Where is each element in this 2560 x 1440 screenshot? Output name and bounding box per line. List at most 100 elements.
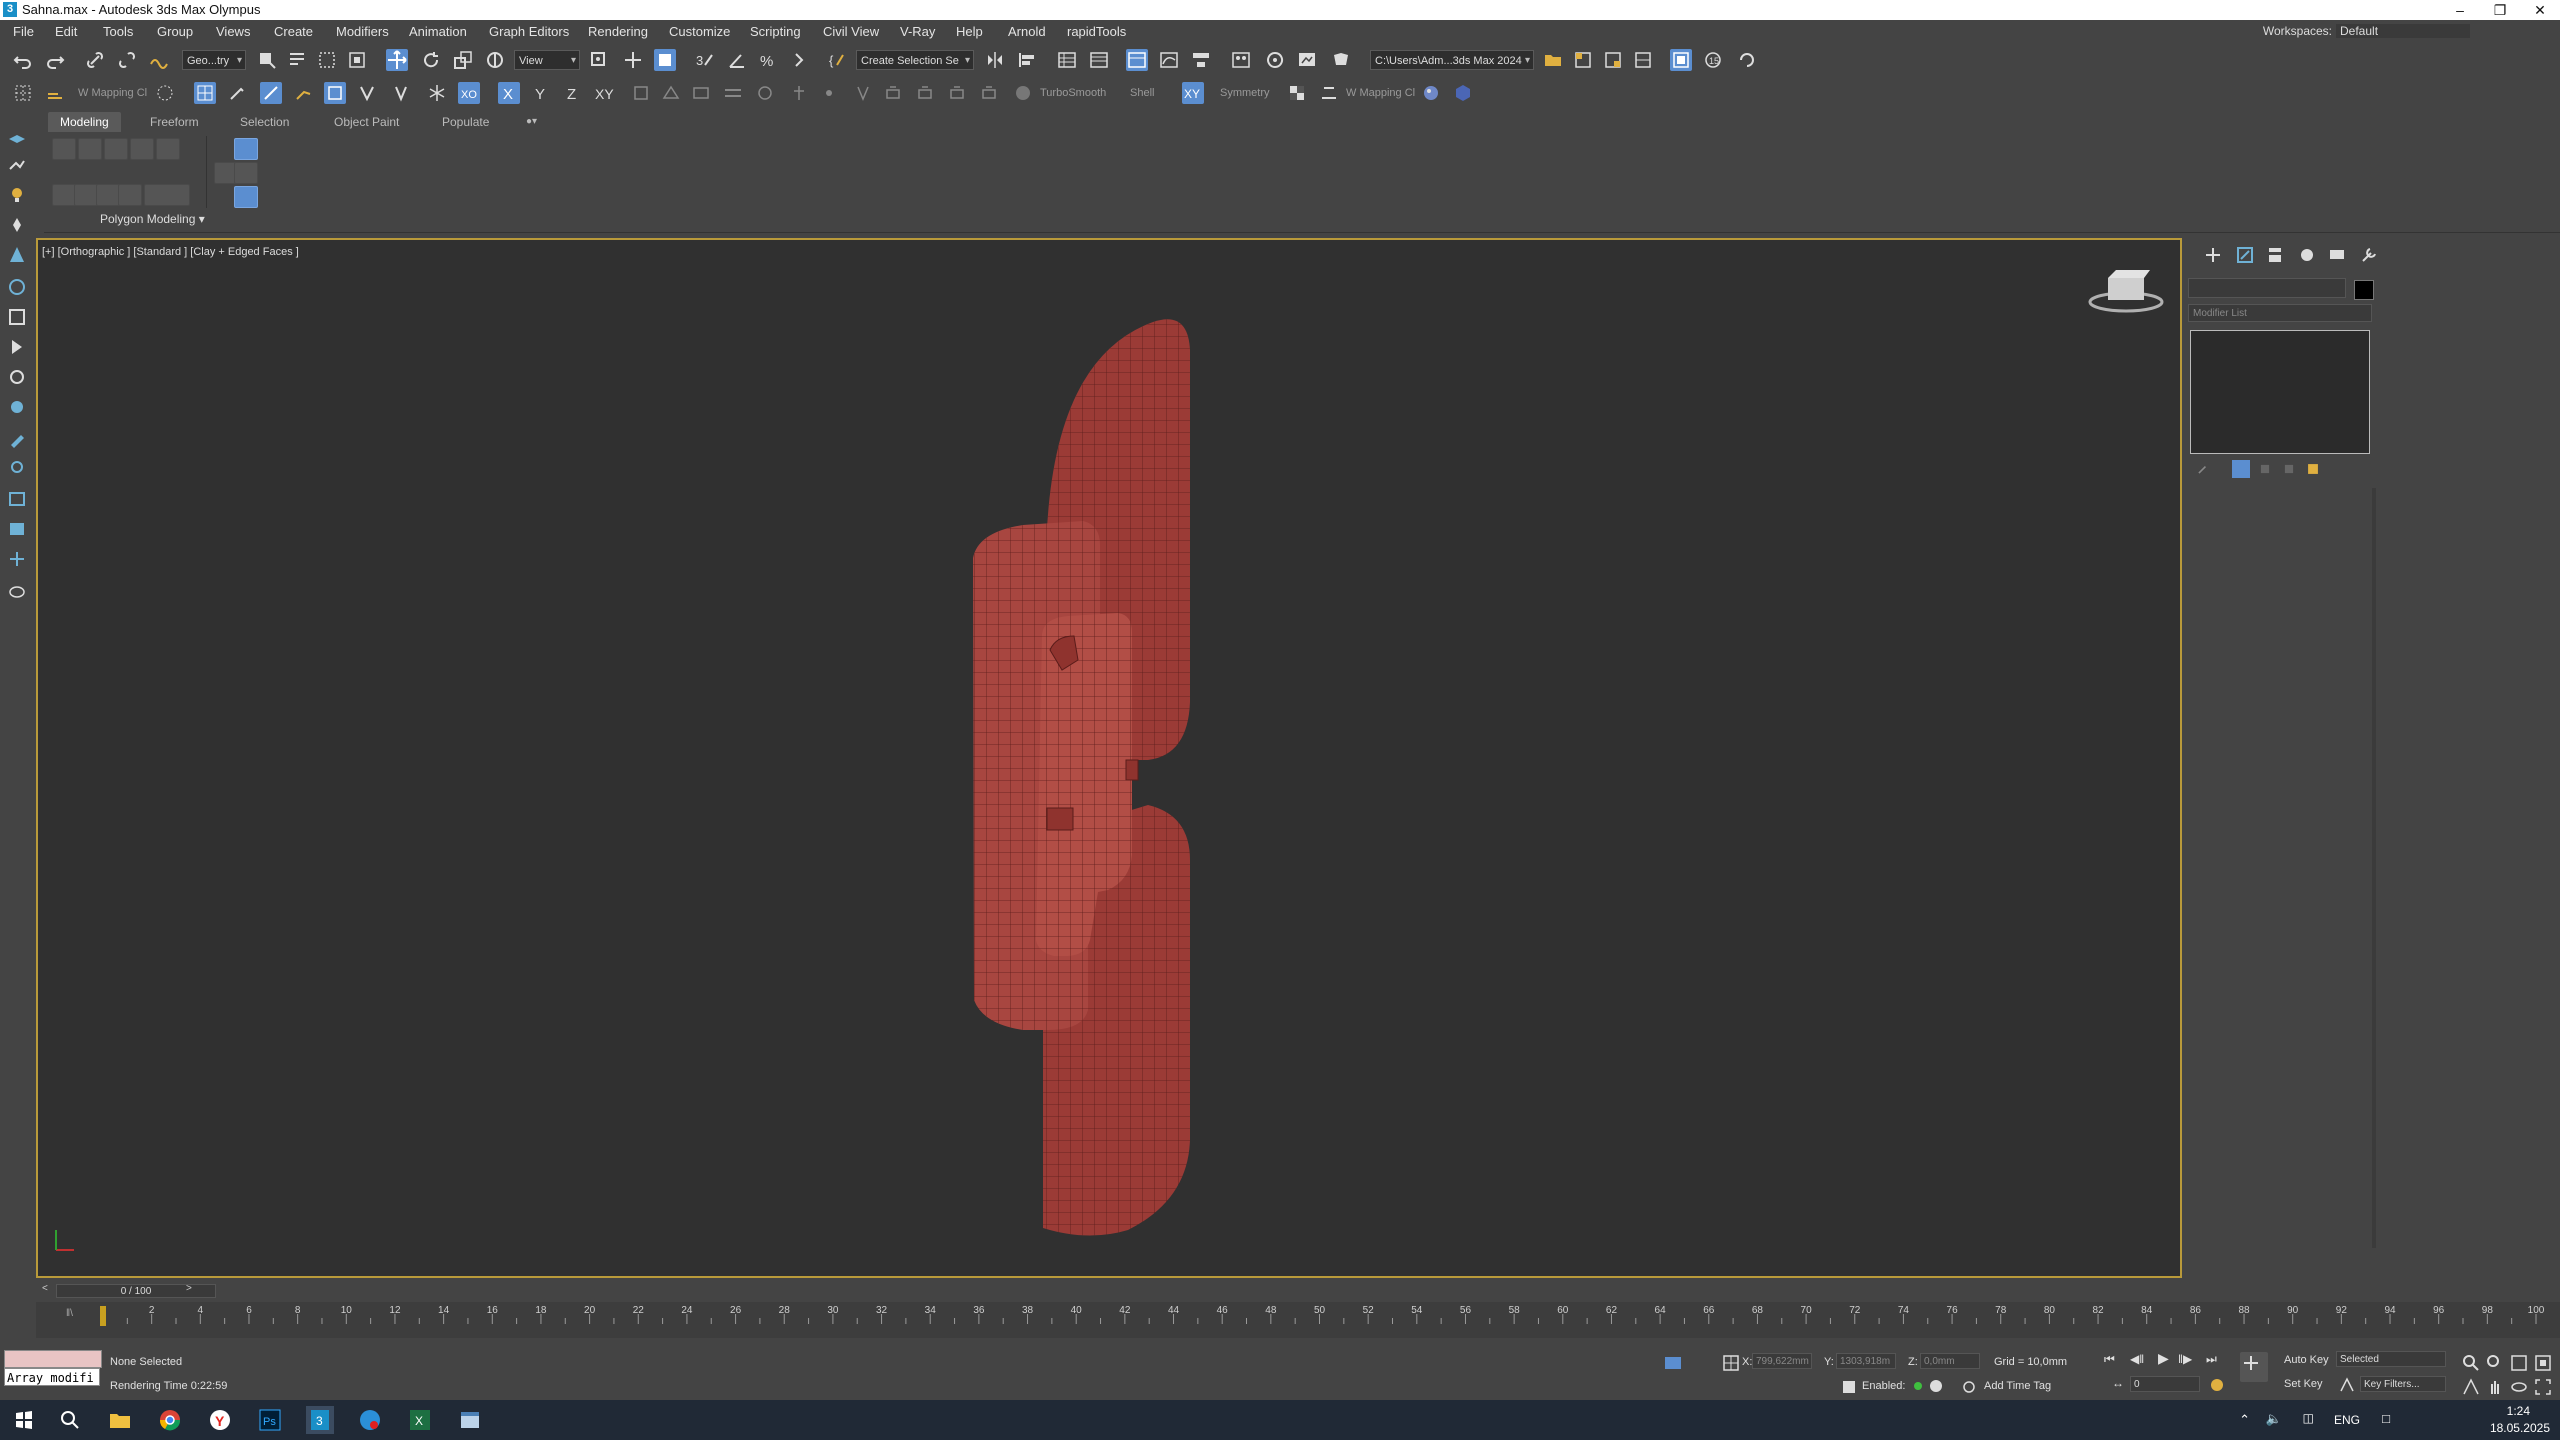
named-selection-dropdown[interactable]: Create Selection Se (856, 50, 974, 71)
utilities-icon[interactable] (6, 396, 28, 418)
menu-group[interactable]: Group (157, 24, 193, 39)
menu-civil-view[interactable]: Civil View (823, 24, 879, 39)
set-key-button[interactable]: Set Key (2284, 1378, 2323, 1390)
goto-start-icon[interactable]: ⏮ (2104, 1352, 2115, 1367)
edit-poly-icon[interactable] (194, 82, 216, 104)
sync-icon[interactable] (1736, 49, 1758, 71)
light-bulb-icon[interactable] (6, 458, 28, 480)
network-icon[interactable]: ◫ (2303, 1411, 2314, 1425)
link-icon[interactable] (84, 49, 106, 71)
workspace-value[interactable]: Default (2336, 24, 2470, 38)
previous-frame-icon[interactable]: ◀‖ (2130, 1352, 2144, 1366)
minimize-button[interactable]: – (2440, 0, 2480, 20)
make-unique-icon[interactable] (2256, 460, 2274, 478)
play-icon[interactable]: ▶ (2158, 1350, 2169, 1367)
hierarchy-icon[interactable] (6, 306, 28, 328)
modifier-stack[interactable] (2190, 330, 2370, 454)
swift-loop-icon[interactable] (324, 82, 346, 104)
cube-material-icon[interactable] (1452, 82, 1474, 104)
ribbon-vertex-button[interactable] (234, 138, 258, 160)
utilities-tab-icon[interactable] (2358, 244, 2380, 266)
tab-populate[interactable]: Populate (430, 112, 501, 132)
model-canvas[interactable] (38, 240, 2180, 1276)
menu-arnold[interactable]: Arnold (1008, 24, 1046, 39)
menu-rendering[interactable]: Rendering (588, 24, 648, 39)
create-shapes-icon[interactable] (6, 154, 28, 176)
quickslice-icon[interactable] (260, 82, 282, 104)
time-slider-prev-icon[interactable]: < (42, 1283, 48, 1294)
align-icon[interactable] (1016, 49, 1038, 71)
configure-modifier-sets-icon[interactable] (2304, 460, 2322, 478)
notification-icon[interactable]: □ (2382, 1411, 2390, 1426)
zoom-extents-all-icon[interactable] (2532, 1352, 2551, 1371)
render-setup-icon[interactable] (1264, 49, 1286, 71)
pivot-center-icon[interactable] (588, 49, 610, 71)
add-time-tag-label[interactable]: Add Time Tag (1984, 1380, 2051, 1392)
windows-start-icon[interactable] (10, 1406, 38, 1434)
yandex-browser-icon[interactable]: Y (206, 1406, 234, 1434)
redo-icon[interactable] (44, 49, 66, 71)
ribbon-button-1[interactable] (52, 138, 76, 160)
menu-views[interactable]: Views (216, 24, 250, 39)
extrude-icon-3[interactable] (946, 82, 968, 104)
spinner-snap-icon[interactable] (788, 49, 810, 71)
create-geometry-icon[interactable] (6, 124, 28, 146)
current-frame-marker[interactable] (100, 1306, 106, 1326)
edit-named-selection-icon[interactable]: { (826, 49, 848, 71)
command-panel-scrollbar[interactable] (2372, 488, 2376, 1248)
time-slider-next-icon[interactable]: > (186, 1283, 192, 1294)
modifier-icon-2[interactable] (660, 82, 682, 104)
window-crossing-icon[interactable] (346, 49, 368, 71)
ribbon-button-10[interactable] (144, 184, 190, 206)
uv-mapping-label-1[interactable]: W Mapping Cl (78, 87, 147, 99)
menu-help[interactable]: Help (956, 24, 983, 39)
modifier-icon-3[interactable] (690, 82, 712, 104)
modify-icon[interactable] (6, 276, 28, 298)
close-button[interactable]: ✕ (2520, 0, 2560, 20)
paint-icon[interactable] (6, 428, 28, 450)
create-lights-icon[interactable] (6, 184, 28, 206)
select-object-icon[interactable] (256, 49, 278, 71)
key-mode-toggle-icon[interactable]: ↔ (2112, 1376, 2124, 1390)
select-place-icon[interactable] (484, 49, 506, 71)
modifier-icon-5[interactable] (754, 82, 776, 104)
zoom-icon[interactable] (2460, 1352, 2479, 1371)
uv-mapping-clear-icon[interactable] (44, 82, 66, 104)
turbosmooth-icon[interactable] (1012, 82, 1034, 104)
axis-x-button[interactable]: X (498, 82, 520, 104)
menu-create[interactable]: Create (274, 24, 313, 39)
mirror-icon[interactable] (984, 49, 1006, 71)
zoom-extents-icon[interactable] (2508, 1352, 2527, 1371)
maxscript-listener-input[interactable]: Array modifi (4, 1368, 100, 1386)
render-production-icon[interactable] (1330, 49, 1352, 71)
menu-customize[interactable]: Customize (669, 24, 730, 39)
keyboard-shortcut-override-icon[interactable] (654, 49, 676, 71)
pan-icon[interactable] (2484, 1376, 2502, 1394)
schematic-view-icon[interactable] (1190, 49, 1212, 71)
workspace-icon-1[interactable] (1572, 49, 1594, 71)
checker-icon[interactable] (1286, 82, 1308, 104)
frame-icon[interactable] (6, 488, 28, 510)
view-cube[interactable] (2088, 270, 2164, 313)
select-move-icon[interactable] (386, 49, 408, 71)
tab-modeling[interactable]: Modeling (48, 112, 121, 132)
ribbon-button-8[interactable] (96, 184, 120, 206)
menu-file[interactable]: File (13, 24, 34, 39)
symmetry-label[interactable]: Symmetry (1220, 87, 1270, 99)
menu-graph-editors[interactable]: Graph Editors (489, 24, 569, 39)
select-manipulate-icon[interactable] (622, 49, 644, 71)
edge-icon[interactable] (356, 1406, 384, 1434)
modifier-icon-1[interactable] (630, 82, 652, 104)
uv-mapping-label-2[interactable]: W Mapping Cl (1346, 87, 1415, 99)
polygon-modeling-label[interactable]: Polygon Modeling ▾ (100, 212, 205, 226)
rect-selection-icon[interactable] (316, 49, 338, 71)
remove-modifier-icon[interactable] (2280, 460, 2298, 478)
snaps-toggle-icon[interactable]: 3 (694, 49, 716, 71)
menu-edit[interactable]: Edit (55, 24, 77, 39)
axis-z-button[interactable]: Z (562, 82, 584, 104)
unlink-icon[interactable] (116, 49, 138, 71)
selection-filter-dropdown[interactable]: Geo...try (182, 50, 246, 71)
timer-icon[interactable]: 15 (1702, 49, 1724, 71)
sphere-material-icon[interactable] (1420, 82, 1442, 104)
cut-icon[interactable] (292, 82, 314, 104)
